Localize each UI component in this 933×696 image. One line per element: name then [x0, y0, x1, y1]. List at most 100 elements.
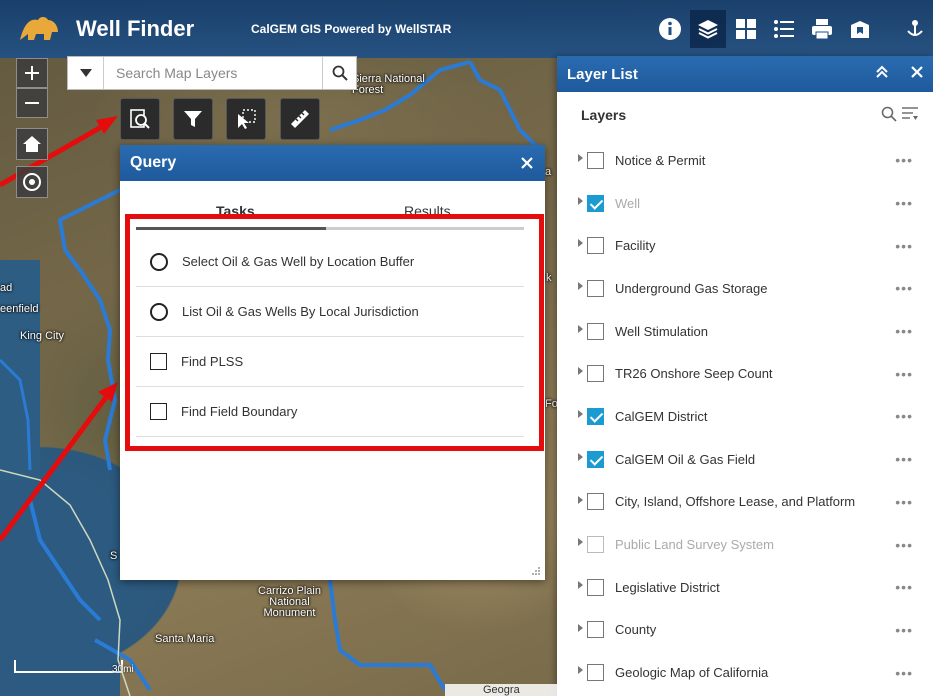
expand-arrow-icon[interactable] [578, 538, 583, 547]
my-location-button[interactable] [16, 166, 48, 198]
layer-row[interactable]: Notice & Permit ••• [557, 139, 933, 182]
print-icon [812, 19, 832, 40]
query-panel-title: Query [130, 154, 177, 171]
layer-visibility-checkbox[interactable] [587, 407, 604, 425]
layer-visibility-checkbox[interactable] [587, 194, 604, 212]
select-tool-button[interactable] [226, 98, 266, 140]
layer-options-menu-icon[interactable]: ••• [895, 195, 913, 211]
task-label: List Oil & Gas Wells By Local Jurisdicti… [182, 304, 419, 319]
layer-row[interactable]: Well Stimulation ••• [557, 310, 933, 353]
layer-row[interactable]: Underground Gas Storage ••• [557, 267, 933, 310]
expand-arrow-icon[interactable] [578, 324, 583, 333]
expand-arrow-icon[interactable] [578, 410, 583, 419]
tab-tasks[interactable]: Tasks [216, 203, 255, 219]
layer-row[interactable]: City, Island, Offshore Lease, and Platfo… [557, 481, 933, 524]
layer-list-button[interactable] [690, 10, 726, 48]
layer-list-collapse-button[interactable] [875, 65, 889, 84]
layer-options-menu-icon[interactable]: ••• [895, 408, 913, 424]
layer-name: CalGEM Oil & Gas Field [615, 451, 756, 467]
layer-row[interactable]: County ••• [557, 609, 933, 652]
map-label-a: a [545, 166, 552, 178]
expand-arrow-icon[interactable] [578, 367, 583, 376]
search-icon [332, 65, 348, 81]
measure-tool-button[interactable] [280, 98, 320, 140]
layer-options-menu-icon[interactable]: ••• [895, 537, 913, 553]
layer-visibility-checkbox[interactable] [587, 151, 604, 169]
expand-arrow-icon[interactable] [578, 154, 583, 162]
about-button[interactable] [652, 10, 688, 48]
radio-button[interactable] [150, 252, 168, 271]
map-label-ad: ad [0, 282, 13, 294]
layer-options-menu-icon[interactable]: ••• [895, 152, 913, 168]
layer-visibility-checkbox[interactable] [587, 279, 604, 297]
layer-visibility-checkbox[interactable] [587, 365, 604, 383]
expand-arrow-icon[interactable] [578, 196, 583, 205]
checkbox[interactable] [150, 403, 167, 420]
filter-tool-button[interactable] [173, 98, 213, 140]
share-button[interactable] [897, 10, 933, 48]
expand-arrow-icon[interactable] [578, 239, 583, 248]
layer-list-close-button[interactable] [911, 63, 923, 83]
task-find-field-boundary[interactable]: Find Field Boundary [136, 387, 524, 437]
radio-button[interactable] [150, 302, 168, 321]
expand-arrow-icon[interactable] [578, 666, 583, 675]
checkbox[interactable] [150, 353, 167, 370]
layer-visibility-checkbox[interactable] [587, 621, 604, 639]
query-icon [130, 109, 150, 129]
zoom-out-button[interactable] [16, 88, 48, 118]
app-subtitle: CalGEM GIS Powered by WellSTAR [251, 22, 452, 36]
layer-options-menu-icon[interactable]: ••• [895, 622, 913, 638]
home-button[interactable] [16, 128, 48, 160]
expand-arrow-icon[interactable] [578, 282, 583, 291]
query-panel: Query Tasks Results Select Oil & Gas Wel… [120, 145, 545, 580]
layer-row[interactable]: TR26 Onshore Seep Count ••• [557, 352, 933, 395]
layer-visibility-checkbox[interactable] [587, 536, 604, 554]
bookmark-button[interactable] [842, 10, 878, 48]
layer-visibility-checkbox[interactable] [587, 578, 604, 596]
layer-row[interactable]: CalGEM District ••• [557, 395, 933, 438]
task-find-plss[interactable]: Find PLSS [136, 337, 524, 387]
search-button[interactable] [322, 57, 356, 89]
task-local-jurisdiction[interactable]: List Oil & Gas Wells By Local Jurisdicti… [136, 287, 524, 337]
list-filter-icon[interactable] [901, 105, 919, 123]
query-close-button[interactable] [521, 153, 533, 174]
layer-options-menu-icon[interactable]: ••• [895, 494, 913, 510]
layer-row[interactable]: Public Land Survey System ••• [557, 523, 933, 566]
layer-row[interactable]: CalGEM Oil & Gas Field ••• [557, 438, 933, 481]
layer-visibility-checkbox[interactable] [587, 493, 604, 511]
query-tool-button[interactable] [120, 98, 160, 140]
search-input[interactable] [104, 57, 322, 89]
layer-name: Well [615, 195, 641, 211]
tab-results[interactable]: Results [404, 203, 451, 219]
expand-arrow-icon[interactable] [578, 623, 583, 632]
expand-arrow-icon[interactable] [578, 495, 583, 504]
layer-options-menu-icon[interactable]: ••• [895, 238, 913, 254]
search-source-dropdown[interactable] [68, 57, 104, 89]
layer-row[interactable]: Well ••• [557, 182, 933, 225]
layer-visibility-checkbox[interactable] [587, 237, 604, 255]
layer-options-menu-icon[interactable]: ••• [895, 323, 913, 339]
layer-options-menu-icon[interactable]: ••• [895, 280, 913, 296]
layer-row[interactable]: Geologic Map of California ••• [557, 651, 933, 694]
map-label-carrizo-plain: Carrizo Plain National Monument [258, 585, 321, 619]
search-icon[interactable] [881, 106, 897, 122]
layer-options-menu-icon[interactable]: ••• [895, 366, 913, 382]
resize-grip-icon[interactable] [531, 566, 541, 576]
basemap-gallery-button[interactable] [728, 10, 764, 48]
legend-button[interactable] [766, 10, 802, 48]
expand-arrow-icon[interactable] [578, 580, 583, 589]
expand-arrow-icon[interactable] [578, 452, 583, 461]
layer-options-menu-icon[interactable]: ••• [895, 665, 913, 681]
home-icon [23, 136, 41, 152]
zoom-in-button[interactable] [16, 58, 48, 88]
task-location-buffer[interactable]: Select Oil & Gas Well by Location Buffer [136, 237, 524, 287]
layer-visibility-checkbox[interactable] [587, 322, 604, 340]
layer-visibility-checkbox[interactable] [587, 664, 604, 682]
task-label: Find PLSS [181, 354, 244, 369]
layer-visibility-checkbox[interactable] [587, 450, 604, 468]
layer-row[interactable]: Facility ••• [557, 224, 933, 267]
layer-row[interactable]: Legislative District ••• [557, 566, 933, 609]
print-button[interactable] [804, 10, 840, 48]
layer-options-menu-icon[interactable]: ••• [895, 579, 913, 595]
layer-options-menu-icon[interactable]: ••• [895, 451, 913, 467]
